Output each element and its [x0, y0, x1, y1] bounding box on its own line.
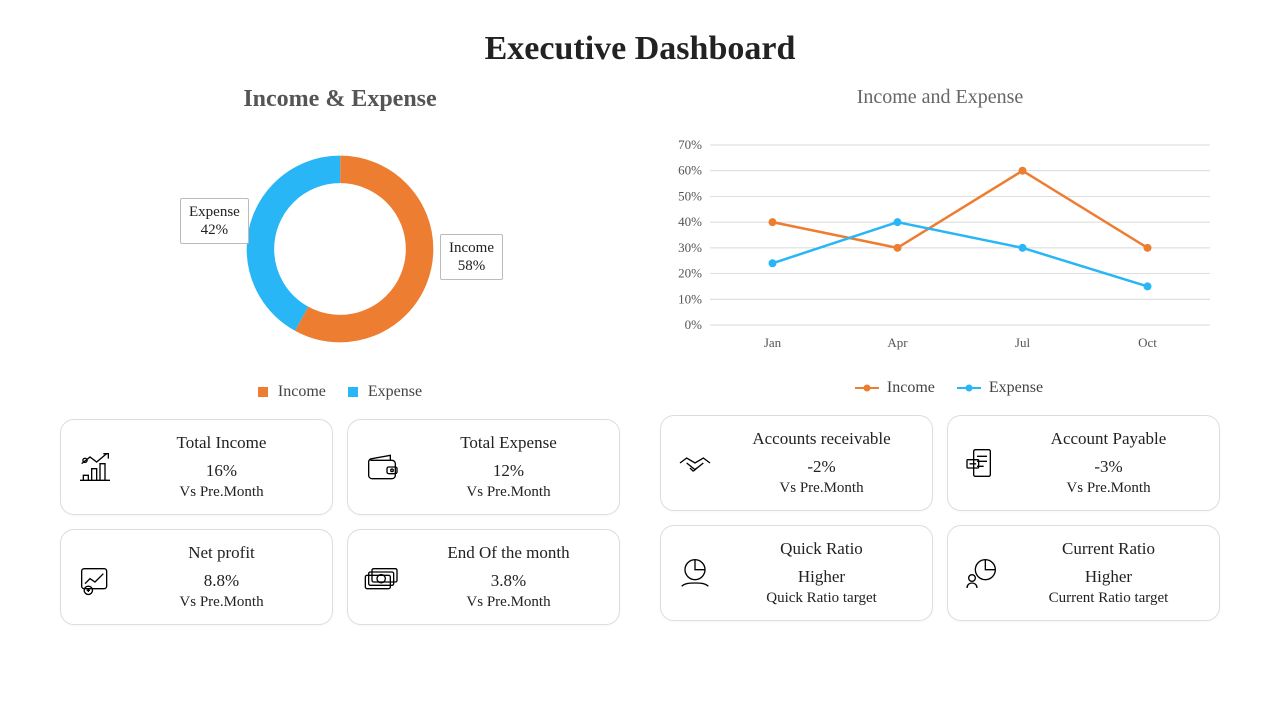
donut-expense-label: Expense 42%: [180, 198, 249, 244]
metric-card-value: 16%: [127, 459, 316, 483]
metric-card: Quick Ratio HigherQuick Ratio target: [660, 525, 933, 621]
line-legend-expense: Expense: [989, 379, 1043, 396]
svg-text:70%: 70%: [678, 137, 702, 152]
left-cards: Total Income16%Vs Pre.MonthTotal Expense…: [60, 419, 620, 625]
donut-legend-income: Income: [278, 383, 326, 400]
metric-card-title: Total Expense: [414, 431, 603, 455]
metric-card-title: End Of the month: [414, 541, 603, 565]
metric-card-value: Higher: [727, 565, 916, 589]
metric-card-sub: Vs Pre.Month: [727, 478, 916, 499]
legend-marker-income: [855, 387, 879, 389]
donut-legend: Income Expense: [60, 383, 620, 401]
metric-card: Current Ratio HigherCurrent Ratio target: [947, 525, 1220, 621]
metric-card-text: Total Expense 12%Vs Pre.Month: [414, 431, 603, 504]
metric-card-sub: Vs Pre.Month: [127, 592, 316, 613]
metric-card-value: 3.8%: [414, 569, 603, 593]
svg-text:30%: 30%: [678, 240, 702, 255]
svg-text:20%: 20%: [678, 266, 702, 281]
svg-text:Oct: Oct: [1138, 335, 1157, 350]
metric-card-title: Account Payable: [1014, 427, 1203, 451]
metric-card: Account Payable -3%Vs Pre.Month: [947, 415, 1220, 511]
metric-card: Total Expense 12%Vs Pre.Month: [347, 419, 620, 515]
wallet-icon: [360, 445, 404, 489]
metric-card: Accounts receivable -2%Vs Pre.Month: [660, 415, 933, 511]
donut-expense-label-pct: 42%: [189, 221, 240, 239]
right-column: Income and Expense 0% 10% 20% 30% 40% 50% 60% 7…: [660, 78, 1220, 625]
line-chart-title: Income and Expense: [660, 86, 1220, 109]
donut-svg: [235, 144, 445, 354]
left-column: Income & Expense Income 58% Expense 42%: [60, 78, 620, 625]
donut-legend-expense: Expense: [368, 383, 422, 400]
metric-card-text: Net profit 8.8%Vs Pre.Month: [127, 541, 316, 614]
metric-card-value: -3%: [1014, 455, 1203, 479]
legend-marker-expense: [957, 387, 981, 389]
svg-text:40%: 40%: [678, 214, 702, 229]
metric-card-text: End Of the month 3.8%Vs Pre.Month: [414, 541, 603, 614]
profit-chart-icon: [73, 555, 117, 599]
line-legend: Income Expense: [660, 379, 1220, 397]
handshake-icon: [673, 441, 717, 485]
donut-chart: Income 58% Expense 42%: [60, 119, 620, 379]
receipt-icon: [960, 441, 1004, 485]
metric-card-value: Higher: [1014, 565, 1203, 589]
page-title: Executive Dashboard: [60, 30, 1220, 68]
metric-card-text: Total Income 16%Vs Pre.Month: [127, 431, 316, 504]
metric-card-title: Total Income: [127, 431, 316, 455]
metric-card-sub: Vs Pre.Month: [127, 482, 316, 503]
metric-card-sub: Vs Pre.Month: [414, 482, 603, 503]
money-growth-icon: [73, 445, 117, 489]
metric-card-sub: Quick Ratio target: [727, 588, 916, 609]
metric-card-sub: Vs Pre.Month: [1014, 478, 1203, 499]
metric-card-sub: Vs Pre.Month: [414, 592, 603, 613]
svg-text:10%: 10%: [678, 291, 702, 306]
metric-card-value: 8.8%: [127, 569, 316, 593]
metric-card-value: 12%: [414, 459, 603, 483]
donut-income-label: Income 58%: [440, 234, 503, 280]
legend-swatch-expense: [348, 387, 358, 397]
metric-card: End Of the month 3.8%Vs Pre.Month: [347, 529, 620, 625]
pie-hand-icon: [673, 551, 717, 595]
line-chart-svg: 0% 10% 20% 30% 40% 50% 60% 70% Jan Apr Jul Oct: [660, 115, 1220, 375]
metric-card-text: Current Ratio HigherCurrent Ratio target: [1014, 537, 1203, 610]
metric-card-title: Current Ratio: [1014, 537, 1203, 561]
metric-card-text: Account Payable -3%Vs Pre.Month: [1014, 427, 1203, 500]
cash-stack-icon: [360, 555, 404, 599]
metric-card: Total Income 16%Vs Pre.Month: [60, 419, 333, 515]
svg-text:Jan: Jan: [764, 335, 782, 350]
metric-card-text: Accounts receivable -2%Vs Pre.Month: [727, 427, 916, 500]
svg-text:Jul: Jul: [1015, 335, 1031, 350]
svg-text:50%: 50%: [678, 188, 702, 203]
donut-income-label-name: Income: [449, 239, 494, 257]
line-legend-income: Income: [887, 379, 935, 396]
svg-text:60%: 60%: [678, 163, 702, 178]
metric-card-title: Accounts receivable: [727, 427, 916, 451]
svg-text:Apr: Apr: [887, 335, 908, 350]
line-chart: 0% 10% 20% 30% 40% 50% 60% 70% Jan Apr Jul Oct: [660, 115, 1220, 375]
legend-swatch-income: [258, 387, 268, 397]
donut-chart-title: Income & Expense: [60, 86, 620, 113]
metric-card-sub: Current Ratio target: [1014, 588, 1203, 609]
svg-text:0%: 0%: [685, 317, 703, 332]
metric-card-title: Net profit: [127, 541, 316, 565]
right-cards: Accounts receivable-2%Vs Pre.MonthAccoun…: [660, 415, 1220, 621]
dashboard: Income & Expense Income 58% Expense 42%: [60, 78, 1220, 625]
donut-expense-label-name: Expense: [189, 203, 240, 221]
pie-person-icon: [960, 551, 1004, 595]
metric-card-value: -2%: [727, 455, 916, 479]
metric-card: Net profit 8.8%Vs Pre.Month: [60, 529, 333, 625]
donut-income-label-pct: 58%: [449, 257, 494, 275]
metric-card-text: Quick Ratio HigherQuick Ratio target: [727, 537, 916, 610]
metric-card-title: Quick Ratio: [727, 537, 916, 561]
